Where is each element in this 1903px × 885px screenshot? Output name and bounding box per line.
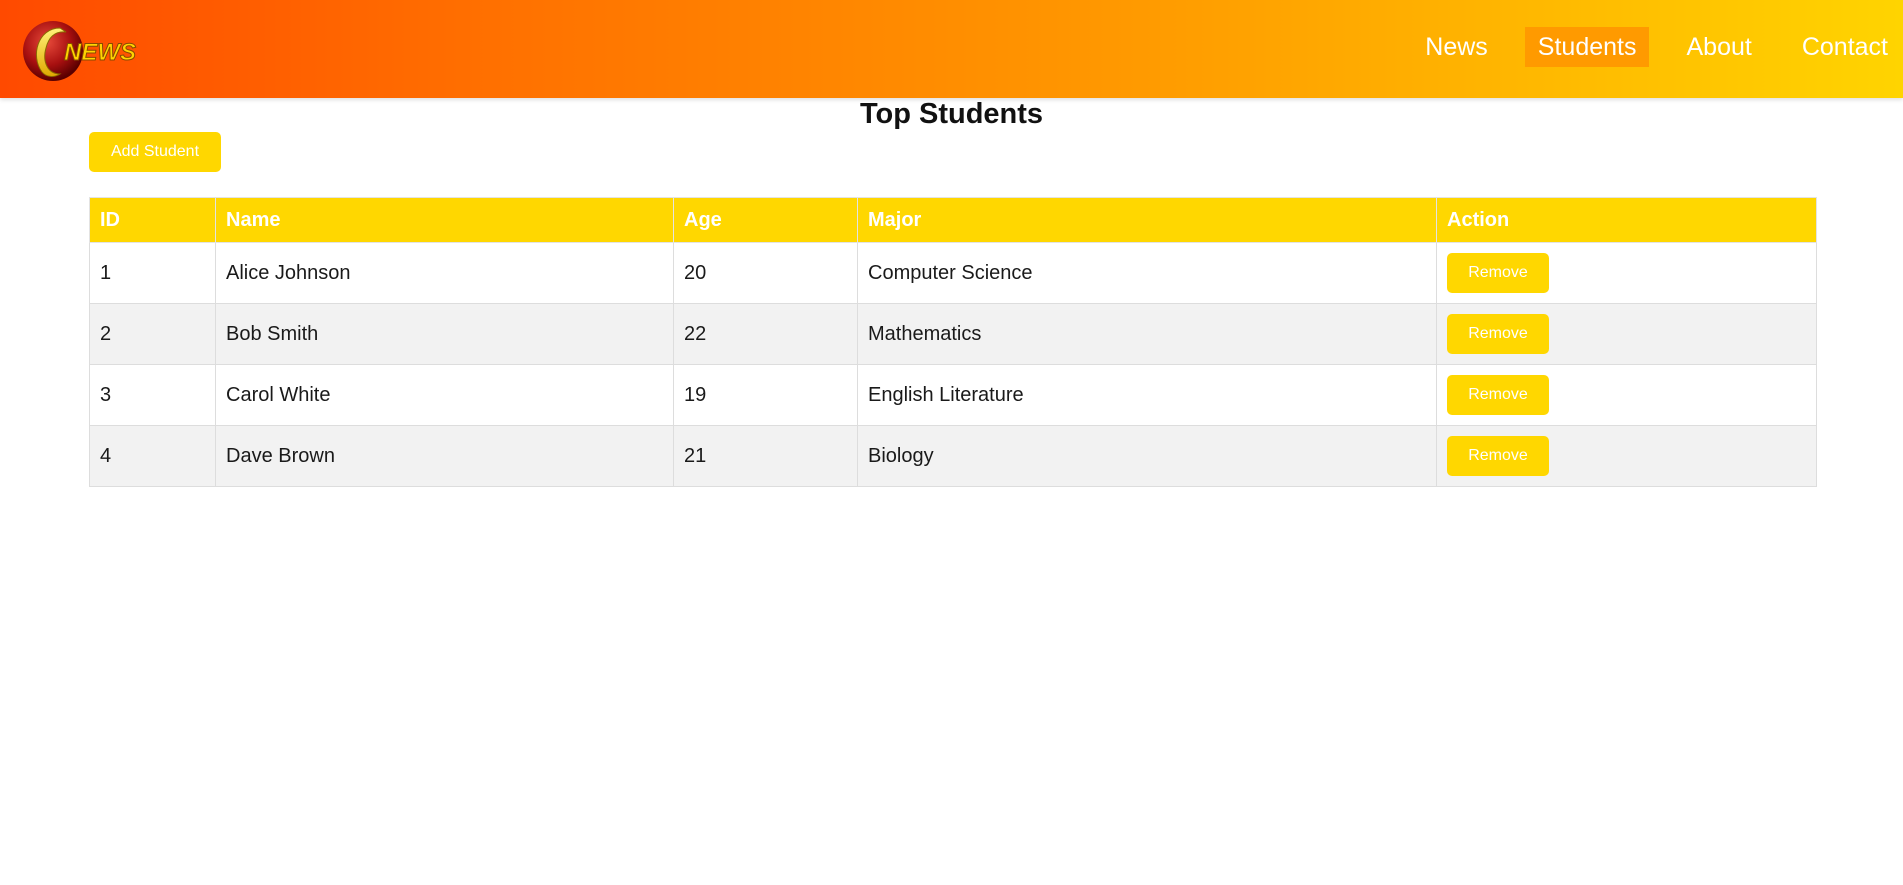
cell-name: Alice Johnson [215, 242, 674, 304]
cell-id: 2 [89, 303, 216, 365]
column-header-name: Name [215, 197, 674, 243]
cell-name: Bob Smith [215, 303, 674, 365]
cell-age: 20 [673, 242, 858, 304]
cell-major: Biology [857, 425, 1437, 487]
cell-action: Remove [1436, 303, 1817, 365]
nav-link-about[interactable]: About [1673, 27, 1764, 67]
column-header-age: Age [673, 197, 858, 243]
remove-button[interactable]: Remove [1447, 314, 1549, 354]
remove-button[interactable]: Remove [1447, 436, 1549, 476]
cell-action: Remove [1436, 425, 1817, 487]
cell-major: Mathematics [857, 303, 1437, 365]
students-table: ID Name Age Major Action 1 Alice Johnson… [89, 197, 1817, 487]
cell-age: 19 [673, 364, 858, 426]
cell-name: Dave Brown [215, 425, 674, 487]
column-header-id: ID [89, 197, 216, 243]
table-row: 2 Bob Smith 22 Mathematics Remove [89, 303, 1817, 365]
cell-action: Remove [1436, 242, 1817, 304]
table-header-row: ID Name Age Major Action [89, 197, 1817, 243]
cell-id: 1 [89, 242, 216, 304]
cell-name: Carol White [215, 364, 674, 426]
column-header-major: Major [857, 197, 1437, 243]
column-header-action: Action [1436, 197, 1817, 243]
cell-major: English Literature [857, 364, 1437, 426]
add-student-button[interactable]: Add Student [89, 132, 221, 172]
cell-id: 3 [89, 364, 216, 426]
nav-links: News Students About Contact [1388, 27, 1903, 67]
news-logo-icon[interactable]: NEWS [20, 16, 155, 86]
cell-age: 21 [673, 425, 858, 487]
cell-major: Computer Science [857, 242, 1437, 304]
nav-link-contact[interactable]: Contact [1789, 27, 1901, 67]
table-row: 1 Alice Johnson 20 Computer Science Remo… [89, 242, 1817, 304]
top-navbar: NEWS News Students About Contact [0, 0, 1903, 98]
svg-text:NEWS: NEWS [64, 39, 136, 66]
cell-id: 4 [89, 425, 216, 487]
cell-action: Remove [1436, 364, 1817, 426]
remove-button[interactable]: Remove [1447, 253, 1549, 293]
table-row: 4 Dave Brown 21 Biology Remove [89, 425, 1817, 487]
nav-link-students[interactable]: Students [1524, 27, 1650, 67]
nav-link-news[interactable]: News [1412, 27, 1501, 67]
table-row: 3 Carol White 19 English Literature Remo… [89, 364, 1817, 426]
page-title: Top Students [859, 98, 1044, 130]
remove-button[interactable]: Remove [1447, 375, 1549, 415]
cell-age: 22 [673, 303, 858, 365]
